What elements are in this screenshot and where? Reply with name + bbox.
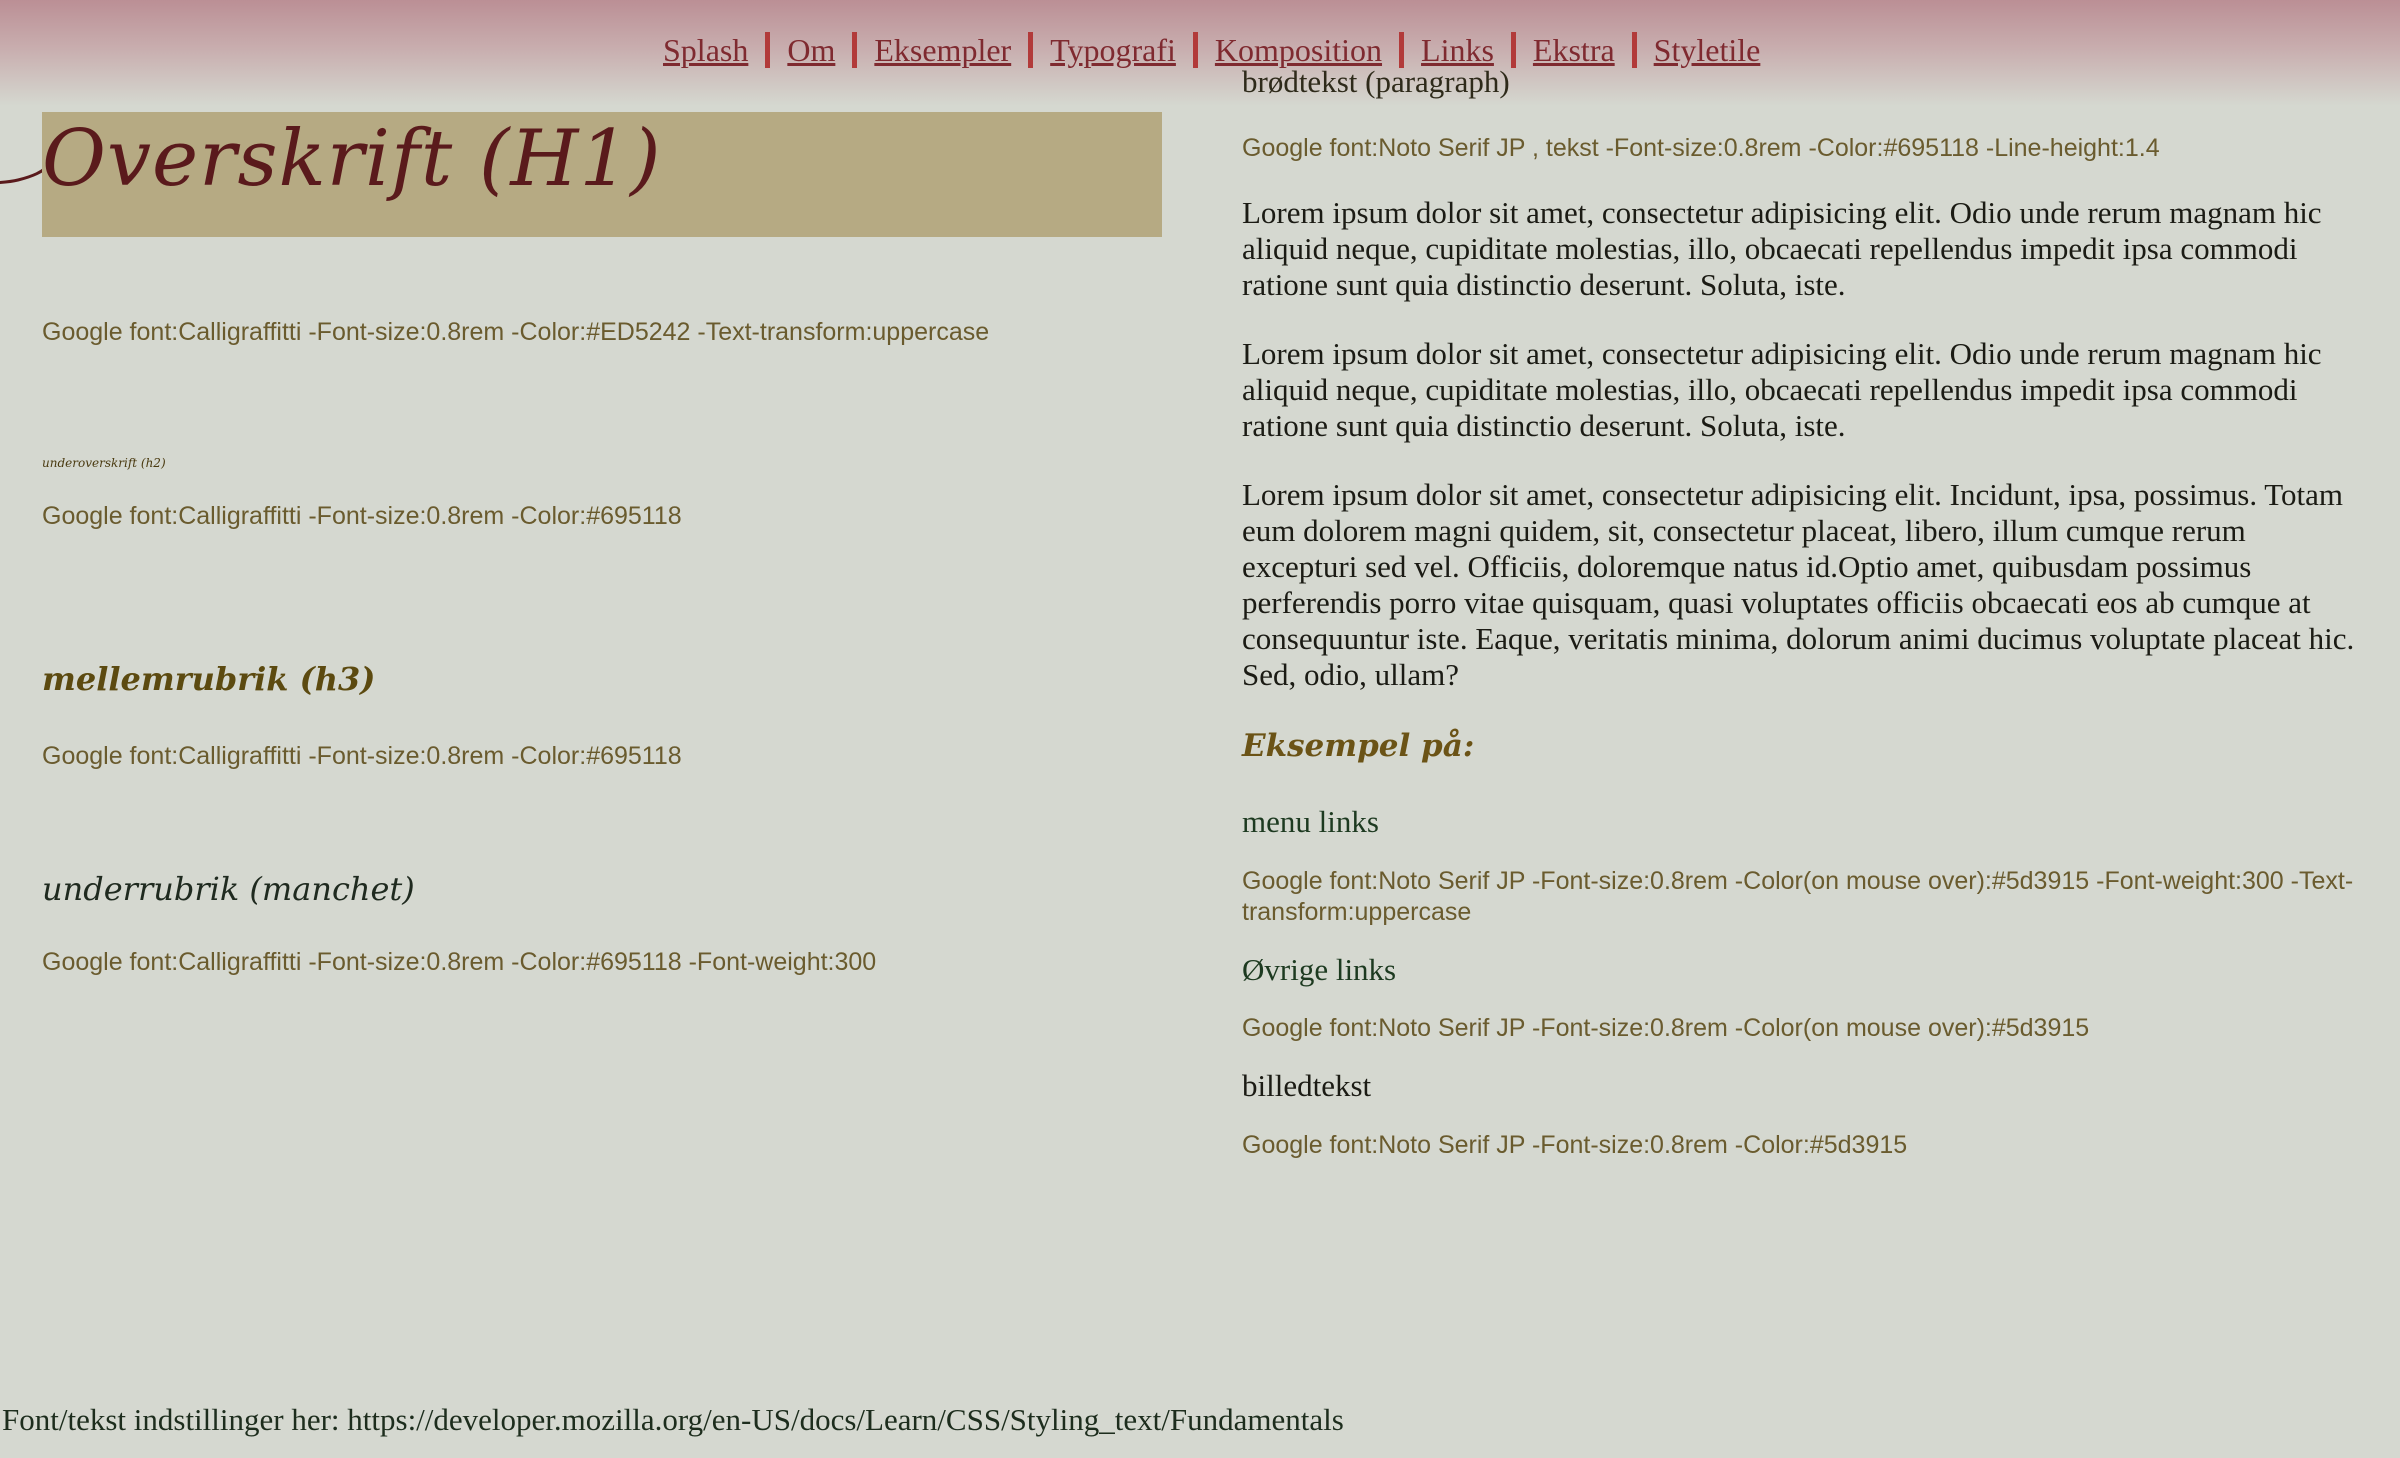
caption-font-note: Google font:Noto Serif JP -Font-size:0.8…	[1242, 1131, 1908, 1159]
other-links-label: Øvrige links	[1242, 952, 1397, 987]
nav-link-ekstra[interactable]: Ekstra	[1533, 32, 1615, 69]
menu-links-font-note: Google font:Noto Serif JP -Font-size:0.8…	[1242, 867, 2354, 926]
nav-link-komposition[interactable]: Komposition	[1215, 32, 1382, 69]
h3-font-note: Google font:Calligraffitti -Font-size:0.…	[42, 742, 682, 770]
menu-links-label: menu links	[1242, 804, 1379, 839]
nav-separator	[1399, 32, 1405, 68]
nav-link-om[interactable]: Om	[787, 32, 835, 69]
nav-link-eksempler[interactable]: Eksempler	[874, 32, 1011, 69]
nav-separator	[852, 32, 858, 68]
lorem-paragraph-2: Lorem ipsum dolor sit amet, consectetur …	[1242, 336, 2322, 443]
h1-heading: Overskrift (H1)	[42, 114, 662, 204]
h1-font-note: Google font:Calligraffitti -Font-size:0.…	[42, 318, 990, 346]
nav-link-styletile[interactable]: Styletile	[1654, 32, 1761, 69]
nav-separator	[1631, 32, 1637, 68]
nav-separator	[1192, 32, 1198, 68]
main-navigation: Splash Om Eksempler Typografi Kompositio…	[663, 28, 1760, 72]
nav-link-splash[interactable]: Splash	[663, 32, 748, 69]
example-heading: Eksempel på:	[1242, 728, 1475, 764]
nav-separator	[765, 32, 771, 68]
paragraph-font-note: Google font:Noto Serif JP , tekst -Font-…	[1242, 134, 2160, 162]
paragraph-title: brødtekst (paragraph)	[1242, 64, 1510, 99]
h2-font-note: Google font:Calligraffitti -Font-size:0.…	[42, 502, 682, 530]
heading-swash-decoration	[0, 166, 47, 184]
caption-label: billedtekst	[1242, 1068, 1372, 1103]
manchet-font-note: Google font:Calligraffitti -Font-size:0.…	[42, 948, 877, 976]
footer-text: Font/tekst indstillinger her: https://de…	[2, 1402, 1344, 1437]
other-links-font-note: Google font:Noto Serif JP -Font-size:0.8…	[1242, 1014, 2090, 1042]
h3-heading: mellemrubrik (h3)	[42, 660, 376, 698]
nav-separator	[1028, 32, 1034, 68]
nav-link-links[interactable]: Links	[1421, 32, 1494, 69]
lorem-paragraph-3: Lorem ipsum dolor sit amet, consectetur …	[1242, 477, 2355, 692]
nav-link-typografi[interactable]: Typografi	[1050, 32, 1176, 69]
h2-heading: underoverskrift (h2)	[42, 456, 166, 470]
nav-separator	[1510, 32, 1516, 68]
manchet-heading: underrubrik (manchet)	[42, 870, 415, 908]
h1-banner: Overskrift (H1)	[42, 112, 1162, 237]
lorem-paragraph-1: Lorem ipsum dolor sit amet, consectetur …	[1242, 195, 2322, 302]
